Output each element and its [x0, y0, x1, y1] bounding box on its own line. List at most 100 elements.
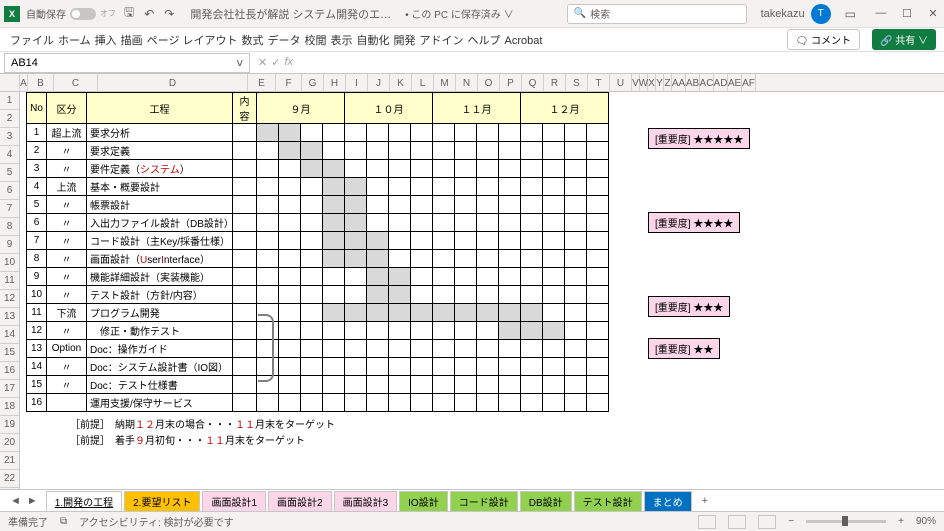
col-header[interactable]: E	[248, 74, 276, 92]
sheet-tab[interactable]: 画面設計2	[268, 491, 332, 511]
col-header[interactable]: X	[648, 74, 656, 92]
new-sheet-button[interactable]: +	[694, 495, 716, 507]
row-header[interactable]: 16	[0, 362, 19, 380]
row-header[interactable]: 20	[0, 434, 19, 452]
redo-icon[interactable]: ↷	[162, 5, 176, 23]
col-header[interactable]: N	[456, 74, 478, 92]
col-header[interactable]: O	[478, 74, 500, 92]
col-header[interactable]: P	[500, 74, 522, 92]
accessibility-icon[interactable]: ⧉	[60, 516, 67, 527]
page-layout-button[interactable]	[728, 515, 746, 529]
sheet-tab[interactable]: DB設計	[520, 491, 572, 511]
ribbon-tab-アドイン[interactable]: アドイン	[418, 31, 466, 51]
toggle-icon[interactable]	[70, 8, 96, 20]
row-header[interactable]: 14	[0, 326, 19, 344]
col-header[interactable]: I	[346, 74, 368, 92]
ribbon-tab-表示[interactable]: 表示	[329, 31, 355, 51]
col-header[interactable]: J	[368, 74, 390, 92]
zoom-in-button[interactable]: +	[898, 516, 904, 527]
row-header[interactable]: 22	[0, 470, 19, 488]
row-header[interactable]: 12	[0, 290, 19, 308]
sheet-tab[interactable]: コード設計	[450, 491, 518, 511]
row-header[interactable]: 18	[0, 398, 19, 416]
row-header[interactable]: 5	[0, 164, 19, 182]
col-header[interactable]: D	[98, 74, 248, 92]
col-header[interactable]: M	[434, 74, 456, 92]
saved-hint[interactable]: • この PC に保存済み ∨	[405, 6, 514, 21]
row-header[interactable]: 21	[0, 452, 19, 470]
zoom-level[interactable]: 90%	[916, 516, 936, 527]
ribbon-tab-Acrobat[interactable]: Acrobat	[503, 31, 545, 51]
zoom-out-button[interactable]: −	[788, 516, 794, 527]
col-header[interactable]: Z	[664, 74, 672, 92]
col-header[interactable]: A	[20, 74, 28, 92]
row-header[interactable]: 17	[0, 380, 19, 398]
autosave-toggle[interactable]: 自動保存 オフ	[26, 6, 116, 21]
row-header[interactable]: 9	[0, 236, 19, 254]
worksheet-grid[interactable]: ABCDEFGHIJKLMNOPQRSTUVWXYZAAABACADAEAF 1…	[0, 74, 944, 489]
sheet-tab[interactable]: 画面設計3	[334, 491, 398, 511]
sheet-tab[interactable]: 2.要望リスト	[124, 491, 200, 511]
sheet-tab[interactable]: IO設計	[399, 491, 448, 511]
maximize-button[interactable]: ☐	[900, 7, 914, 20]
undo-icon[interactable]: ↶	[142, 5, 156, 23]
cancel-icon[interactable]: ✕	[258, 56, 267, 69]
fx-icon[interactable]: fx	[284, 56, 293, 69]
search-input[interactable]: 🔍 検索	[567, 4, 747, 24]
user-account[interactable]: takekazu T	[761, 4, 831, 24]
col-header[interactable]: B	[28, 74, 54, 92]
col-header[interactable]: F	[276, 74, 302, 92]
ribbon-tab-描画[interactable]: 描画	[119, 31, 145, 51]
col-header[interactable]: K	[390, 74, 412, 92]
col-header[interactable]: AE	[728, 74, 742, 92]
row-header[interactable]: 2	[0, 110, 19, 128]
sheet-tab[interactable]: 1.開発の工程	[46, 491, 122, 511]
row-header[interactable]: 15	[0, 344, 19, 362]
zoom-slider[interactable]	[806, 520, 886, 523]
col-header[interactable]: G	[302, 74, 324, 92]
sheet-nav-prev[interactable]: ◄	[10, 495, 21, 507]
row-header[interactable]: 13	[0, 308, 19, 326]
col-header[interactable]: AA	[672, 74, 686, 92]
ribbon-tab-開発[interactable]: 開発	[392, 31, 418, 51]
col-header[interactable]: AF	[742, 74, 756, 92]
ribbon-tab-ページ レイアウト[interactable]: ページ レイアウト	[145, 31, 240, 51]
ribbon-mode-icon[interactable]: ▭	[843, 5, 858, 23]
col-header[interactable]: AD	[714, 74, 728, 92]
row-header[interactable]: 6	[0, 182, 19, 200]
share-button[interactable]: 🔗 共有 ∨	[872, 29, 936, 50]
row-header[interactable]: 3	[0, 128, 19, 146]
ribbon-tab-挿入[interactable]: 挿入	[93, 31, 119, 51]
row-header[interactable]: 8	[0, 218, 19, 236]
row-header[interactable]: 23	[0, 488, 19, 489]
col-header[interactable]: Q	[522, 74, 544, 92]
row-header[interactable]: 1	[0, 92, 19, 110]
chevron-down-icon[interactable]: ⅴ	[236, 56, 243, 69]
col-header[interactable]: C	[54, 74, 98, 92]
sheet-tab[interactable]: テスト設計	[574, 491, 642, 511]
save-icon[interactable]: 🖫	[122, 1, 136, 26]
col-header[interactable]: AC	[700, 74, 714, 92]
close-button[interactable]: ✕	[926, 7, 940, 20]
col-header[interactable]: T	[588, 74, 610, 92]
row-header[interactable]: 11	[0, 272, 19, 290]
name-box[interactable]: AB14 ⅴ	[4, 53, 250, 73]
col-header[interactable]: H	[324, 74, 346, 92]
ribbon-tab-ヘルプ[interactable]: ヘルプ	[466, 31, 503, 51]
ribbon-tab-校閲[interactable]: 校閲	[303, 31, 329, 51]
col-header[interactable]: Y	[656, 74, 664, 92]
sheet-tab[interactable]: 画面設計1	[202, 491, 266, 511]
row-header[interactable]: 7	[0, 200, 19, 218]
normal-view-button[interactable]	[698, 515, 716, 529]
page-break-button[interactable]	[758, 515, 776, 529]
comments-button[interactable]: 🗨 コメント	[787, 29, 860, 50]
ribbon-tab-データ[interactable]: データ	[266, 31, 303, 51]
enter-icon[interactable]: ✓	[271, 56, 280, 69]
col-header[interactable]: S	[566, 74, 588, 92]
sheet-tab[interactable]: まとめ	[644, 491, 692, 511]
row-header[interactable]: 19	[0, 416, 19, 434]
col-header[interactable]: W	[640, 74, 648, 92]
row-header[interactable]: 10	[0, 254, 19, 272]
ribbon-tab-ホーム[interactable]: ホーム	[56, 31, 93, 51]
col-header[interactable]: L	[412, 74, 434, 92]
